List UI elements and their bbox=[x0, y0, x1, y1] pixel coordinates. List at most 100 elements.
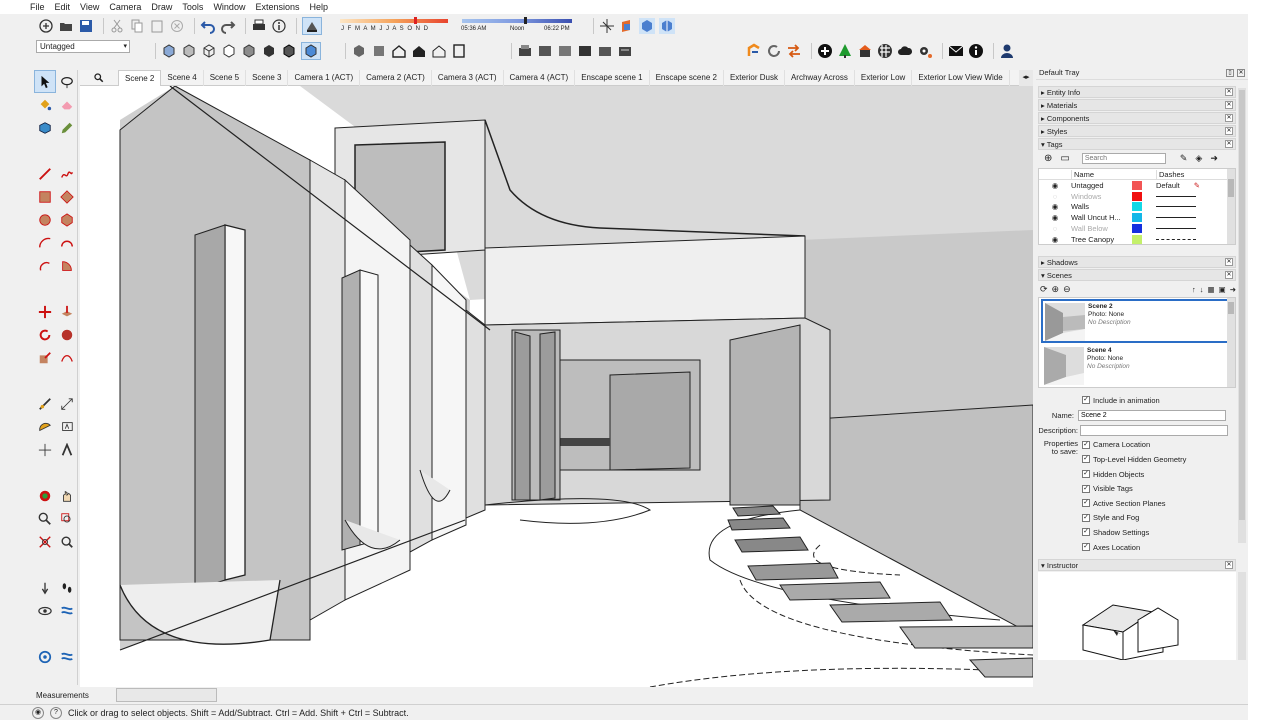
eye-hidden-icon[interactable]: ◌ bbox=[1039, 224, 1071, 233]
checkbox[interactable]: ✓ bbox=[1082, 513, 1090, 522]
tag-row[interactable]: ◉ Tree Canopy bbox=[1039, 234, 1235, 245]
help-icon[interactable]: ? bbox=[50, 706, 62, 719]
sandbox-icon-2[interactable] bbox=[56, 645, 78, 668]
column-header-dashes[interactable]: Dashes bbox=[1156, 169, 1184, 179]
eye-icon[interactable]: ◉ bbox=[1039, 202, 1071, 211]
section-fill-icon[interactable] bbox=[639, 18, 655, 34]
scene-tab[interactable]: Scene 4 bbox=[161, 69, 204, 86]
details-arrow-icon[interactable]: ➜ bbox=[1210, 153, 1218, 164]
paint-bucket-icon[interactable] bbox=[34, 93, 56, 116]
selected-style-icon[interactable] bbox=[301, 42, 321, 60]
component-icon-4[interactable] bbox=[577, 43, 593, 59]
circle-tool-icon[interactable] bbox=[34, 208, 56, 231]
checkbox[interactable]: ✓ bbox=[1082, 455, 1090, 464]
dimension-icon[interactable] bbox=[56, 392, 78, 415]
redo-icon[interactable] bbox=[220, 18, 236, 34]
close-icon[interactable]: ✕ bbox=[1225, 88, 1233, 96]
panel-scenes[interactable]: ▾ Scenes ✕ bbox=[1038, 269, 1236, 281]
zoom-icon[interactable] bbox=[34, 507, 56, 530]
warehouse-icon[interactable] bbox=[857, 43, 873, 59]
tag-dash-pattern[interactable] bbox=[1156, 217, 1196, 219]
checkbox[interactable]: ✓ bbox=[1082, 543, 1090, 552]
section-plane-icon[interactable] bbox=[619, 18, 635, 34]
tree-icon[interactable] bbox=[837, 43, 853, 59]
close-icon[interactable]: ✕ bbox=[1225, 561, 1233, 570]
rectangle-tool-icon[interactable] bbox=[34, 185, 56, 208]
lasso-icon[interactable] bbox=[56, 70, 78, 93]
scene-description-input[interactable] bbox=[1080, 424, 1228, 436]
panel-tags[interactable]: ▾ Tags ✕ bbox=[1038, 138, 1236, 150]
pencil-icon[interactable]: ✎ bbox=[1180, 153, 1188, 164]
section-plane-tool-icon[interactable] bbox=[56, 599, 78, 622]
cut-icon[interactable] bbox=[109, 18, 125, 34]
sandbox-icon-1[interactable] bbox=[34, 645, 56, 668]
scene-tab[interactable]: Scene 3 bbox=[246, 69, 289, 86]
property-checkbox[interactable]: ✓ Hidden Objects bbox=[1036, 467, 1248, 482]
tag-color-swatch[interactable] bbox=[1132, 202, 1142, 212]
tag-dash-pattern[interactable] bbox=[1156, 238, 1196, 240]
model-viewport[interactable] bbox=[80, 70, 1033, 687]
tag-row[interactable]: ◌ Windows bbox=[1039, 191, 1235, 202]
wireframe-icon[interactable] bbox=[201, 43, 217, 59]
panel-components[interactable]: ▸ Components ✕ bbox=[1038, 112, 1236, 124]
tray-scrollbar[interactable] bbox=[1238, 88, 1246, 543]
column-header-name[interactable]: Name bbox=[1071, 169, 1132, 179]
hidden-line-icon[interactable] bbox=[221, 43, 237, 59]
menu-help[interactable]: Help bbox=[309, 2, 328, 12]
geolocation-icon[interactable]: ◉ bbox=[32, 706, 44, 719]
mail-icon[interactable] bbox=[948, 43, 964, 59]
protractor-icon[interactable] bbox=[34, 415, 56, 438]
add-scene-icon[interactable]: ⊕ bbox=[1052, 284, 1060, 295]
tag-color-swatch[interactable] bbox=[1132, 224, 1142, 234]
scale-tool-icon[interactable] bbox=[34, 346, 56, 369]
enscape-icon[interactable] bbox=[746, 43, 762, 59]
property-checkbox[interactable]: ✓ Shadow Settings bbox=[1036, 525, 1248, 540]
previous-view-icon[interactable] bbox=[56, 530, 78, 553]
scene-list-item[interactable]: Scene 4 Photo: None No Description bbox=[1041, 344, 1233, 388]
tag-color-swatch[interactable] bbox=[1132, 191, 1142, 201]
xray-icon[interactable] bbox=[161, 43, 177, 59]
measurements-input[interactable] bbox=[116, 688, 217, 702]
scene-tab[interactable]: Exterior Low bbox=[855, 69, 913, 86]
move-tool-icon[interactable] bbox=[34, 300, 56, 323]
tag-search-input[interactable] bbox=[1081, 153, 1166, 164]
property-checkbox[interactable]: ✓ Visible Tags bbox=[1036, 481, 1248, 496]
info-circle-icon[interactable] bbox=[968, 43, 984, 59]
scene-tab[interactable]: Scene 2 bbox=[118, 69, 162, 86]
cloud-icon[interactable] bbox=[897, 43, 913, 59]
add-icon[interactable] bbox=[817, 43, 833, 59]
scenes-scrollbar[interactable] bbox=[1227, 298, 1235, 387]
scene-tab[interactable]: Camera 4 (ACT) bbox=[504, 69, 576, 86]
orbit-icon[interactable] bbox=[34, 484, 56, 507]
view-options-icon[interactable]: ▦ bbox=[1208, 285, 1215, 294]
menu-extensions[interactable]: Extensions bbox=[255, 2, 299, 12]
axes-tool-icon[interactable] bbox=[34, 438, 56, 461]
scene-tab[interactable]: Enscape scene 2 bbox=[650, 69, 724, 86]
tag-row[interactable]: ◉ Untagged Default ✎ bbox=[1039, 180, 1235, 191]
rotated-rectangle-icon[interactable] bbox=[56, 185, 78, 208]
checkbox[interactable]: ✓ bbox=[1082, 440, 1090, 449]
menu-draw[interactable]: Draw bbox=[151, 2, 172, 12]
look-around-icon[interactable] bbox=[34, 599, 56, 622]
property-checkbox[interactable]: ✓ Axes Location bbox=[1036, 540, 1248, 555]
close-icon[interactable]: ✕ bbox=[1225, 140, 1233, 148]
details-arrow-icon[interactable]: ➜ bbox=[1230, 285, 1236, 294]
zoom-window-icon[interactable] bbox=[56, 507, 78, 530]
tag-color-swatch[interactable] bbox=[1132, 234, 1142, 244]
panel-shadows[interactable]: ▸ Shadows ✕ bbox=[1038, 256, 1236, 268]
monochrome-icon[interactable] bbox=[281, 43, 297, 59]
offset-tool-icon[interactable] bbox=[56, 346, 78, 369]
eye-icon[interactable]: ◉ bbox=[1039, 181, 1071, 190]
checkbox[interactable]: ✓ bbox=[1082, 528, 1090, 537]
arrows-icon[interactable] bbox=[786, 43, 802, 59]
checkbox[interactable]: ✓ bbox=[1082, 484, 1090, 493]
add-folder-icon[interactable]: ▭ bbox=[1060, 153, 1069, 164]
component-icon-3[interactable] bbox=[557, 43, 573, 59]
paste-icon[interactable] bbox=[149, 18, 165, 34]
component-icon-6[interactable] bbox=[617, 43, 633, 59]
close-icon[interactable]: ✕ bbox=[1225, 101, 1233, 109]
push-pull-icon[interactable] bbox=[56, 300, 78, 323]
include-animation-checkbox[interactable]: ✓ Include in animation bbox=[1036, 393, 1248, 408]
scene-tab[interactable]: Enscape scene 1 bbox=[575, 69, 650, 86]
tag-select[interactable]: Untagged ▾ bbox=[36, 40, 130, 53]
